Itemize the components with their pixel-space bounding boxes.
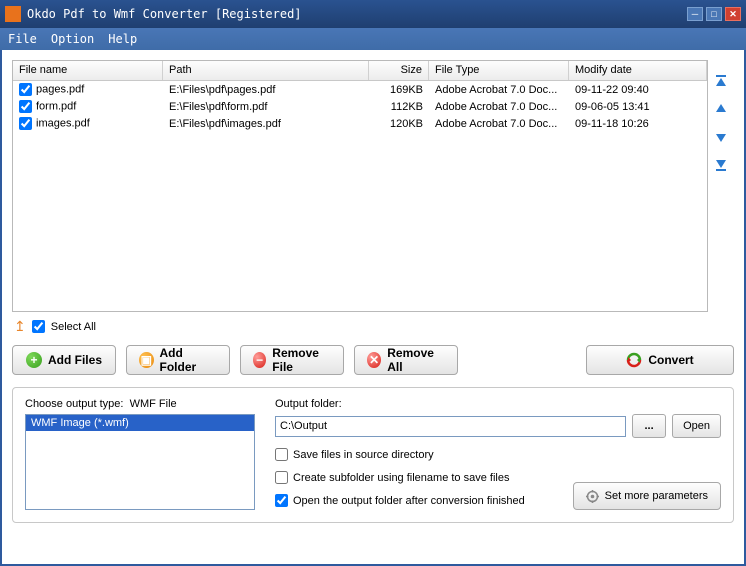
- maximize-button[interactable]: □: [706, 7, 722, 21]
- convert-label: Convert: [648, 353, 693, 367]
- minus-icon: −: [253, 352, 266, 368]
- grid-header: File name Path Size File Type Modify dat…: [13, 61, 707, 81]
- table-row[interactable]: images.pdfE:\Files\pdf\images.pdf120KBAd…: [13, 115, 707, 132]
- col-header-path[interactable]: Path: [163, 61, 369, 80]
- list-item[interactable]: WMF Image (*.wmf): [26, 415, 254, 431]
- select-all-label[interactable]: Select All: [51, 321, 96, 333]
- add-folder-button[interactable]: ▣ Add Folder: [126, 345, 230, 375]
- menu-help[interactable]: Help: [108, 32, 137, 46]
- remove-file-button[interactable]: − Remove File: [240, 345, 344, 375]
- open-folder-button[interactable]: Open: [672, 414, 721, 438]
- convert-button[interactable]: Convert: [586, 345, 734, 375]
- menu-option[interactable]: Option: [51, 32, 94, 46]
- menubar: File Option Help: [0, 28, 746, 50]
- close-button[interactable]: ✕: [725, 7, 741, 21]
- output-folder-input[interactable]: [275, 416, 626, 437]
- move-up-icon[interactable]: [714, 102, 728, 116]
- table-row[interactable]: pages.pdfE:\Files\pdf\pages.pdf169KBAdob…: [13, 81, 707, 98]
- row-checkbox[interactable]: [19, 83, 32, 96]
- add-files-label: Add Files: [48, 353, 102, 367]
- plus-icon: +: [26, 352, 42, 368]
- up-folder-icon[interactable]: ↥: [14, 318, 26, 335]
- select-all-checkbox[interactable]: [32, 320, 45, 333]
- remove-all-label: Remove All: [387, 346, 445, 374]
- create-subfolder-checkbox[interactable]: [275, 471, 288, 484]
- output-type-list[interactable]: WMF Image (*.wmf): [25, 414, 255, 510]
- remove-file-label: Remove File: [272, 346, 331, 374]
- menu-file[interactable]: File: [8, 32, 37, 46]
- browse-button[interactable]: ...: [632, 414, 666, 438]
- move-top-icon[interactable]: [714, 74, 728, 88]
- open-after-label[interactable]: Open the output folder after conversion …: [293, 495, 525, 507]
- row-checkbox[interactable]: [19, 100, 32, 113]
- add-files-button[interactable]: + Add Files: [12, 345, 116, 375]
- col-header-size[interactable]: Size: [369, 61, 429, 80]
- add-folder-label: Add Folder: [160, 346, 217, 374]
- move-bottom-icon[interactable]: [714, 158, 728, 172]
- row-checkbox[interactable]: [19, 117, 32, 130]
- save-in-source-checkbox[interactable]: [275, 448, 288, 461]
- open-after-checkbox[interactable]: [275, 494, 288, 507]
- reorder-arrows: [708, 60, 734, 312]
- minimize-button[interactable]: ─: [687, 7, 703, 21]
- bottom-panel: Choose output type: WMF File WMF Image (…: [12, 387, 734, 523]
- create-subfolder-label[interactable]: Create subfolder using filename to save …: [293, 472, 509, 484]
- output-folder-label: Output folder:: [275, 398, 721, 410]
- col-header-name[interactable]: File name: [13, 61, 163, 80]
- table-row[interactable]: form.pdfE:\Files\pdf\form.pdf112KBAdobe …: [13, 98, 707, 115]
- col-header-date[interactable]: Modify date: [569, 61, 707, 80]
- folder-icon: ▣: [139, 352, 154, 368]
- gear-icon: [586, 490, 599, 503]
- col-header-type[interactable]: File Type: [429, 61, 569, 80]
- convert-icon: [626, 352, 642, 368]
- window-title: Okdo Pdf to Wmf Converter [Registered]: [27, 7, 687, 21]
- remove-all-button[interactable]: ✕ Remove All: [354, 345, 458, 375]
- set-more-parameters-button[interactable]: Set more parameters: [573, 482, 721, 510]
- titlebar: Okdo Pdf to Wmf Converter [Registered] ─…: [0, 0, 746, 28]
- x-icon: ✕: [367, 352, 381, 368]
- move-down-icon[interactable]: [714, 130, 728, 144]
- content-area: File name Path Size File Type Modify dat…: [2, 50, 744, 564]
- save-in-source-label[interactable]: Save files in source directory: [293, 449, 434, 461]
- app-icon: [5, 6, 21, 22]
- output-type-label: Choose output type: WMF File: [25, 398, 255, 410]
- file-grid[interactable]: File name Path Size File Type Modify dat…: [12, 60, 708, 312]
- more-params-label: Set more parameters: [605, 490, 708, 502]
